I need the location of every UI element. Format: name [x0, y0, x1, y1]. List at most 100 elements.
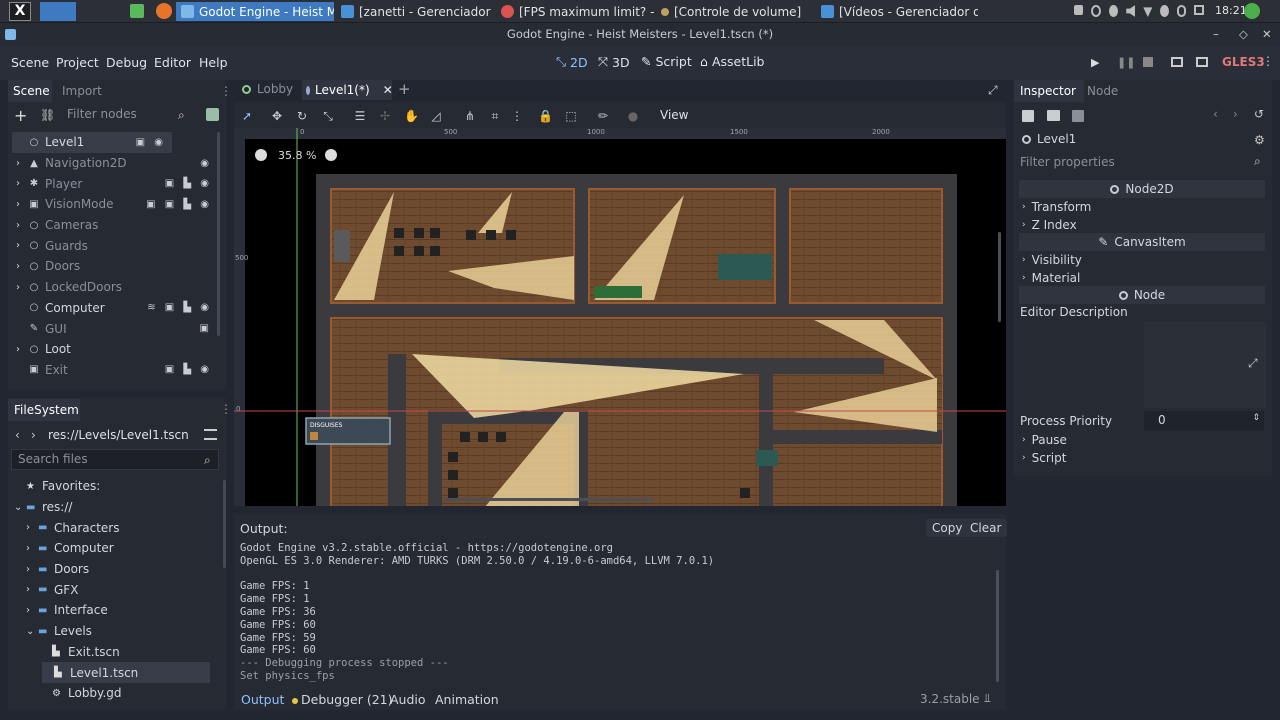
- section-zindex[interactable]: › Z Index: [1022, 216, 1262, 234]
- file-item[interactable]: › ▬ Interface: [8, 600, 218, 621]
- filesystem-title[interactable]: FileSystem: [8, 399, 80, 421]
- camera-override-icon[interactable]: ●: [626, 109, 640, 123]
- tree-node-navigation2d[interactable]: › ▲ Navigation2D ◉: [12, 153, 218, 174]
- scale-tool-icon[interactable]: ⤡: [321, 109, 335, 123]
- tree-node-lockeddoors[interactable]: › ○ LockedDoors: [12, 277, 218, 298]
- select-tool-icon[interactable]: ➚: [240, 109, 254, 123]
- split-view-icon[interactable]: [204, 429, 217, 440]
- zoom-level[interactable]: 35.8 %: [278, 149, 316, 162]
- menu-help[interactable]: Help: [199, 55, 228, 70]
- chevron-right-icon[interactable]: ›: [16, 158, 28, 169]
- search-icon[interactable]: ⌕: [178, 108, 185, 123]
- workspace-3d[interactable]: ⤧ 3D: [598, 54, 630, 70]
- section-material[interactable]: › Material: [1022, 269, 1262, 287]
- tree-node-visionmode[interactable]: › ▣ VisionMode ▣ ▣ ▙ ◉: [12, 194, 218, 215]
- play-scene-icon[interactable]: [1171, 57, 1183, 67]
- tab-debugger[interactable]: Debugger (21): [292, 692, 393, 707]
- network-icon[interactable]: [1091, 5, 1102, 17]
- file-item[interactable]: ▙ Exit.tscn: [8, 642, 218, 663]
- workspace-script[interactable]: ✎ Script: [641, 54, 692, 69]
- filter-nodes-input[interactable]: Filter nodes: [61, 105, 197, 126]
- section-script[interactable]: › Script: [1022, 449, 1262, 467]
- lock-icon[interactable]: 🔒: [538, 109, 553, 123]
- chevron-right-icon[interactable]: ›: [16, 261, 28, 272]
- tree-node-exit[interactable]: ▣ Exit ▣ ▙ ◉: [12, 360, 218, 381]
- pan-tool-icon[interactable]: ✋: [404, 109, 419, 123]
- speaker-icon[interactable]: [1126, 5, 1136, 17]
- file-item[interactable]: ⌄ ▬ Levels: [8, 621, 218, 642]
- dock-menu-icon[interactable]: ⋮: [220, 84, 232, 98]
- new-tab-icon[interactable]: +: [398, 80, 411, 98]
- file-item[interactable]: › ▬ Computer: [8, 538, 218, 559]
- menu-scene[interactable]: Scene: [11, 55, 49, 70]
- task-volume[interactable]: [Controle de volume]: [656, 2, 814, 21]
- chevron-icon[interactable]: ›: [26, 543, 38, 554]
- node-status-icons[interactable]: ▣ ◉: [136, 137, 166, 148]
- file-item[interactable]: › ▬ Doors: [8, 559, 218, 580]
- settings-icon[interactable]: [1109, 5, 1119, 17]
- tab-audio[interactable]: Audio: [390, 692, 426, 707]
- tab-node[interactable]: Node: [1087, 80, 1118, 102]
- tree-node-guards[interactable]: › ○ Guards: [12, 235, 218, 256]
- snap-icon[interactable]: ⋔: [463, 109, 477, 123]
- chevron-right-icon[interactable]: ›: [16, 344, 28, 355]
- tab-level1[interactable]: Level1(*) ✕: [302, 80, 393, 100]
- tree-node-loot[interactable]: › ○ Loot: [12, 339, 218, 360]
- forward-icon[interactable]: ›: [31, 428, 36, 442]
- maximize-icon[interactable]: ◇: [1239, 23, 1248, 46]
- chevron-icon[interactable]: ⌄: [14, 502, 26, 513]
- chevron-icon[interactable]: ›: [26, 584, 38, 595]
- workspace-assetlib[interactable]: ⌂ AssetLib: [700, 54, 764, 69]
- tab-inspector[interactable]: Inspector: [1014, 80, 1084, 102]
- filter-properties-input[interactable]: Filter properties: [1020, 155, 1250, 169]
- tree-node-doors[interactable]: › ○ Doors: [12, 256, 218, 277]
- pin-panel-icon[interactable]: ⫫: [984, 691, 991, 706]
- camera-icon[interactable]: [1074, 5, 1084, 15]
- chevron-right-icon[interactable]: ›: [16, 282, 28, 293]
- group-icon[interactable]: ⬚: [564, 109, 578, 123]
- node-status-icons[interactable]: ▣ ▣ ▙ ◉: [146, 199, 212, 210]
- renderer-menu-icon[interactable]: ⋮: [1262, 54, 1274, 68]
- spin-arrows-icon[interactable]: ⇕: [1252, 413, 1260, 423]
- add-icon[interactable]: [1160, 5, 1170, 17]
- new-resource-icon[interactable]: [1022, 110, 1034, 122]
- file-item[interactable]: › ▬ GFX: [8, 579, 218, 600]
- screen-icon[interactable]: [1193, 5, 1205, 15]
- pause-icon[interactable]: ❚❚: [1117, 56, 1135, 69]
- tray-icons[interactable]: [1074, 5, 1205, 18]
- close-icon[interactable]: ✕: [1262, 23, 1272, 46]
- window-menu-icon[interactable]: [5, 29, 16, 40]
- view-menu[interactable]: View: [660, 108, 688, 122]
- history-icon[interactable]: ↺: [1254, 107, 1264, 121]
- scrollbar[interactable]: [217, 132, 220, 336]
- firefox-launcher-icon[interactable]: [156, 3, 172, 19]
- tree-node-gui[interactable]: ✎ GUI ▣: [12, 318, 218, 339]
- copy-button[interactable]: Copy: [926, 519, 969, 537]
- zoom-in-icon[interactable]: [325, 149, 337, 161]
- clock[interactable]: 18:21: [1215, 4, 1247, 17]
- section-pause[interactable]: › Pause: [1022, 431, 1262, 449]
- chevron-right-icon[interactable]: ›: [16, 199, 28, 210]
- save-resource-icon[interactable]: [1072, 110, 1084, 122]
- stop-icon[interactable]: [1143, 57, 1153, 67]
- task-videos[interactable]: [Vídeos - Gerenciador d...: [816, 2, 978, 21]
- dock-menu-icon[interactable]: ⋮: [220, 402, 232, 416]
- file-item[interactable]: ⌄ ▬ res://: [8, 497, 218, 518]
- files-launcher-icon[interactable]: [130, 4, 144, 18]
- clip-icon[interactable]: [1177, 5, 1186, 17]
- tab-scene[interactable]: Scene: [8, 80, 52, 102]
- add-node-icon[interactable]: +: [14, 106, 27, 125]
- task-file-manager[interactable]: [zanetti - Gerenciador ...: [336, 2, 494, 21]
- node-status-icons[interactable]: ≋ ▣ ▙ ◉: [147, 302, 212, 313]
- inspected-node[interactable]: Level1: [1022, 132, 1076, 146]
- tab-output[interactable]: Output: [241, 692, 284, 707]
- pivot-icon[interactable]: ✢: [378, 109, 392, 123]
- scrollbar-vertical[interactable]: [998, 232, 1001, 322]
- play-custom-icon[interactable]: [1196, 57, 1208, 67]
- node-status-icons[interactable]: ▣ ▙ ◉: [165, 178, 212, 189]
- menu-project[interactable]: Project: [56, 55, 99, 70]
- workspace-2d[interactable]: ⤡ 2D: [556, 54, 588, 70]
- history-forward-icon[interactable]: ›: [1233, 107, 1238, 121]
- search-files-input[interactable]: Search files: [11, 449, 219, 470]
- object-menu-icon[interactable]: ⚙: [1254, 133, 1265, 147]
